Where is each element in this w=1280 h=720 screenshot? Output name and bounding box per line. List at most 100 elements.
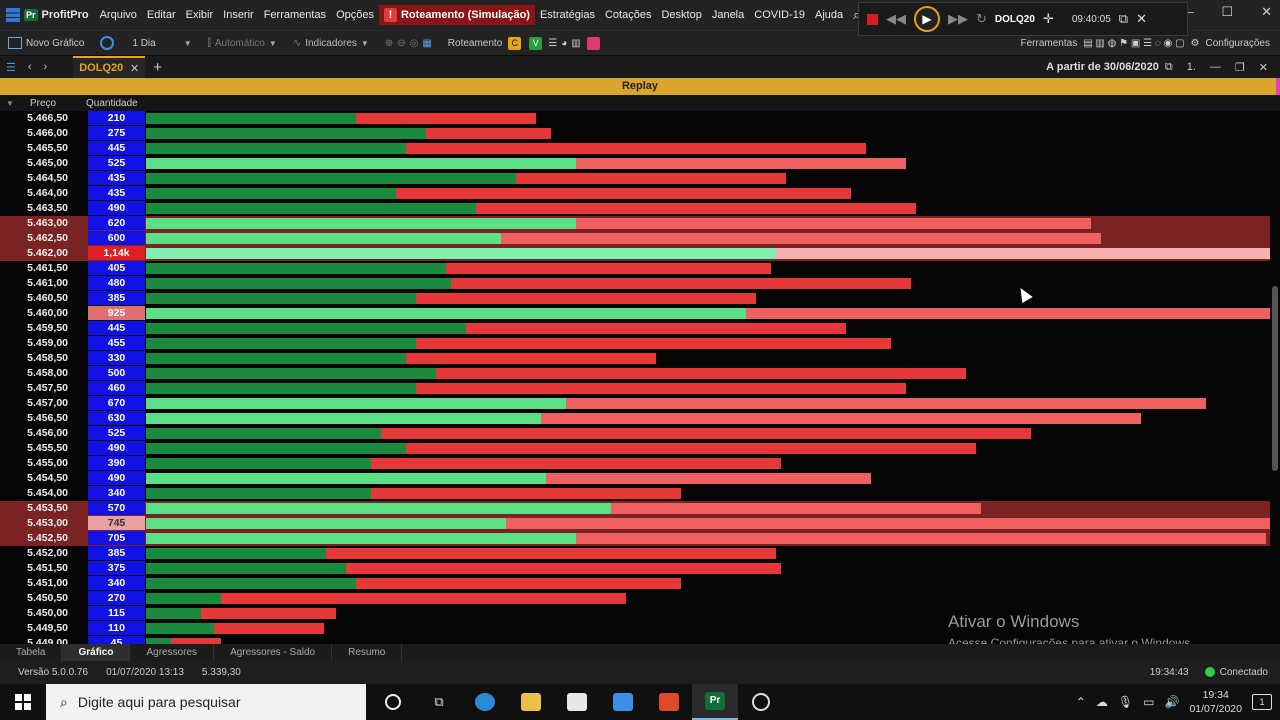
sidebar-toggle-icon[interactable]: ☰ xyxy=(0,61,22,74)
menu-ajuda[interactable]: Ajuda xyxy=(810,9,848,21)
automatic-select[interactable]: ⫿ Automático ▼ xyxy=(200,38,285,49)
routing-button[interactable]: Roteamento C V ☰ ◕ ▥ xyxy=(440,36,610,50)
tab-agressores[interactable]: Agressores xyxy=(130,644,215,661)
notification-icon[interactable]: 1 xyxy=(1252,694,1272,710)
table-row[interactable]: 5.454,50 490 xyxy=(0,471,1270,486)
table-row[interactable]: 5.462,00 1,14k xyxy=(0,246,1270,261)
menu-editar[interactable]: Editar xyxy=(142,9,181,21)
table-row[interactable]: 5.459,50 445 xyxy=(0,321,1270,336)
menu-opcoes[interactable]: Opções xyxy=(331,9,379,21)
table-row[interactable]: 5.451,50 375 xyxy=(0,561,1270,576)
sell-badge[interactable]: V xyxy=(529,36,543,50)
tab-dolq20[interactable]: DOLQ20 ✕ xyxy=(73,56,146,78)
zoom-in-icon[interactable]: ⊕ xyxy=(385,38,393,49)
table-row[interactable]: 5.464,00 435 xyxy=(0,186,1270,201)
settings-label[interactable]: Configurações xyxy=(1206,38,1270,49)
table-row[interactable]: 5.456,00 525 xyxy=(0,426,1270,441)
book-icon[interactable] xyxy=(586,36,600,50)
minimize-icon[interactable]: — xyxy=(1210,61,1221,74)
next-tab-icon[interactable]: › xyxy=(38,61,54,73)
taskbar-search[interactable]: ⌕ Digite aqui para pesquisar xyxy=(46,684,366,720)
tab-close-icon[interactable]: ✕ xyxy=(130,62,139,75)
menu-inserir[interactable]: Inserir xyxy=(218,9,259,21)
zoom-tools[interactable]: ⊕ ⊖ ◎ ▦ xyxy=(377,38,440,49)
table-row[interactable]: 5.461,00 480 xyxy=(0,276,1270,291)
close-icon[interactable]: ✕ xyxy=(1261,4,1272,20)
table-row[interactable]: 5.465,00 525 xyxy=(0,156,1270,171)
table-row[interactable]: 5.458,00 500 xyxy=(0,366,1270,381)
cursor-icon[interactable]: ◎ xyxy=(410,38,419,49)
sort-icon[interactable]: ▼ xyxy=(0,99,30,108)
move-icon[interactable]: ✛ xyxy=(1043,11,1054,27)
list-icon[interactable]: ☰ xyxy=(548,38,557,49)
tab-resumo[interactable]: Resumo xyxy=(332,644,403,661)
menu-exibir[interactable]: Exibir xyxy=(181,9,219,21)
menu-arquivo[interactable]: Arquivo xyxy=(95,9,142,21)
profit-app-icon[interactable]: Pr xyxy=(692,684,738,720)
table-row[interactable]: 5.458,50 330 xyxy=(0,351,1270,366)
ferramentas-label[interactable]: Ferramentas xyxy=(1021,38,1078,49)
menu-estrategias[interactable]: Estratégias xyxy=(535,9,600,21)
replay-close-icon[interactable]: ✕ xyxy=(1136,11,1147,27)
task-view-icon[interactable]: ⧉ xyxy=(416,684,462,720)
menu-janela[interactable]: Janela xyxy=(707,9,749,21)
start-button[interactable] xyxy=(0,694,46,710)
popout-icon[interactable]: ⧉ xyxy=(1119,11,1128,27)
table-row[interactable]: 5.455,50 490 xyxy=(0,441,1270,456)
table-row[interactable]: 5.462,50 600 xyxy=(0,231,1270,246)
menu-ferramentas[interactable]: Ferramentas xyxy=(259,9,331,21)
table-row[interactable]: 5.466,50 210 xyxy=(0,111,1270,126)
add-tab-icon[interactable]: + xyxy=(145,59,170,76)
menu-desktop[interactable]: Desktop xyxy=(656,9,706,21)
fast-forward-icon[interactable]: ▶▶ xyxy=(948,11,968,27)
cloud-icon[interactable]: ☁ xyxy=(1096,695,1108,709)
maximize-icon[interactable]: ☐ xyxy=(1221,4,1233,20)
tab-agressores-saldo[interactable]: Agressores - Saldo xyxy=(214,644,333,661)
prev-tab-icon[interactable]: ‹ xyxy=(22,61,38,73)
menu-roteamento-simulacao[interactable]: ! Roteamento (Simulação) xyxy=(378,5,535,25)
table-row[interactable]: 5.457,00 670 xyxy=(0,396,1270,411)
price-header[interactable]: Preço xyxy=(30,98,86,109)
table-row[interactable]: 5.453,50 570 xyxy=(0,501,1270,516)
table-row[interactable]: 5.465,50 445 xyxy=(0,141,1270,156)
qty-header[interactable]: Quantidade xyxy=(86,98,138,109)
scrollbar[interactable] xyxy=(1272,286,1278,471)
tool-icons[interactable]: ▤ ▥ ◍ ⚑ ▣ ☰ ◌ ◉ ▢ xyxy=(1083,38,1184,49)
table-row[interactable]: 5.456,50 630 xyxy=(0,411,1270,426)
volume-icon[interactable]: 🔊 xyxy=(1164,695,1179,709)
table-row[interactable]: 5.454,00 340 xyxy=(0,486,1270,501)
obs-icon[interactable] xyxy=(738,684,784,720)
office-icon[interactable] xyxy=(646,684,692,720)
table-row[interactable]: 5.452,50 705 xyxy=(0,531,1270,546)
table-row[interactable]: 5.452,00 385 xyxy=(0,546,1270,561)
table-row[interactable]: 5.450,50 270 xyxy=(0,591,1270,606)
chevron-up-icon[interactable]: ⌃ xyxy=(1076,695,1086,709)
store-icon[interactable] xyxy=(554,684,600,720)
zoom-out-icon[interactable]: ⊖ xyxy=(397,38,405,49)
table-row[interactable]: 5.463,00 620 xyxy=(0,216,1270,231)
table-row[interactable]: 5.457,50 460 xyxy=(0,381,1270,396)
mic-icon[interactable]: 🎙 xyxy=(1118,695,1133,709)
table-row[interactable]: 5.459,00 455 xyxy=(0,336,1270,351)
rewind-icon[interactable]: ◀◀ xyxy=(886,11,906,27)
tab-tabela[interactable]: Tabela xyxy=(0,644,63,661)
mail-icon[interactable] xyxy=(600,684,646,720)
table-row[interactable]: 5.451,00 340 xyxy=(0,576,1270,591)
indicators-select[interactable]: ∿ Indicadores ▼ xyxy=(285,38,377,49)
layout-icon[interactable]: ▦ xyxy=(422,38,431,49)
table-row[interactable]: 5.460,50 385 xyxy=(0,291,1270,306)
menu-cotacoes[interactable]: Cotações xyxy=(600,9,656,21)
replay-symbol[interactable]: DOLQ20 xyxy=(995,14,1035,25)
period-select[interactable]: 1 Dia ▼ xyxy=(92,36,199,50)
buy-badge[interactable]: C xyxy=(508,36,522,50)
edge-icon[interactable] xyxy=(462,684,508,720)
table-row[interactable]: 5.463,50 490 xyxy=(0,201,1270,216)
bars-icon[interactable]: ▥ xyxy=(571,38,580,49)
table-row[interactable]: 5.461,50 405 xyxy=(0,261,1270,276)
table-row[interactable]: 5.466,00 275 xyxy=(0,126,1270,141)
pie-icon[interactable]: ◕ xyxy=(561,38,567,49)
refresh-icon[interactable]: ↻ xyxy=(976,11,987,27)
tab-grafico[interactable]: Gráfico xyxy=(62,644,131,661)
stop-icon[interactable] xyxy=(867,13,878,25)
table-row[interactable]: 5.464,50 435 xyxy=(0,171,1270,186)
